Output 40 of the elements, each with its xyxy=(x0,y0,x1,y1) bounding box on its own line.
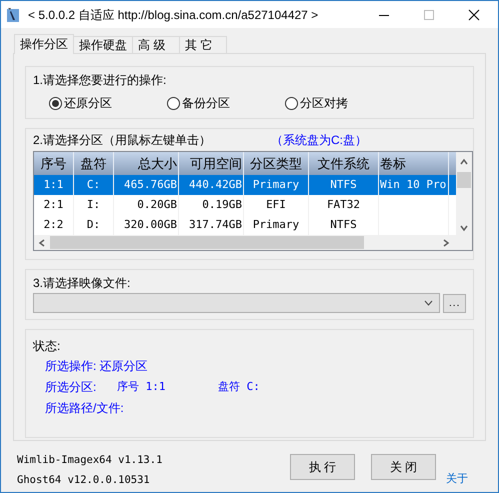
table-row[interactable]: 1:1 C: 465.76GB 440.42GB Primary NTFS Win 10 Pro xyxy=(34,175,456,195)
tab[interactable]: 高 级 xyxy=(132,36,180,53)
scroll-down-icon[interactable] xyxy=(460,224,468,232)
tab[interactable]: 其 它 xyxy=(179,36,227,53)
selected-path: 所选路径/文件: xyxy=(45,400,125,416)
tab[interactable]: 操作硬盘 xyxy=(73,36,133,53)
selected-operation: 所选操作: 还原分区 xyxy=(45,358,149,374)
close-button[interactable]: 关 闭 xyxy=(371,454,436,480)
scroll-left-icon[interactable] xyxy=(38,238,46,246)
version-text: Ghost64 v12.0.0.10531 xyxy=(17,473,151,487)
partition-label: 2.请选择分区（用鼠标左键单击） xyxy=(33,132,212,148)
operation-label: 1.请选择您要进行的操作: xyxy=(33,72,168,88)
vertical-scrollbar[interactable] xyxy=(456,152,472,250)
drive-letter: 盘符 C: xyxy=(218,379,260,395)
selected-partition-label: 所选分区: xyxy=(45,379,98,395)
about-link[interactable]: 关于 xyxy=(446,472,468,486)
image-file-label: 3.请选择映像文件: xyxy=(33,275,132,291)
scroll-right-icon[interactable] xyxy=(442,238,450,246)
tab[interactable]: 操作分区 xyxy=(14,34,74,54)
version-text: Wimlib-Imagex64 v1.13.1 xyxy=(17,453,164,467)
execute-button[interactable]: 执 行 xyxy=(290,454,355,480)
app-icon xyxy=(6,6,20,22)
partition-number: 序号 1:1 xyxy=(117,379,166,395)
radio-label[interactable]: 还原分区 xyxy=(64,94,112,112)
radio-label[interactable]: 备份分区 xyxy=(182,94,230,112)
scrollbar-thumb[interactable] xyxy=(457,172,471,188)
system-drive-note: （系统盘为C:盘） xyxy=(271,132,368,148)
scrollbar-thumb[interactable] xyxy=(50,236,364,249)
partition-table[interactable]: 序号 盘符 总大小 可用空间 分区类型 文件系统 卷标 1:1 C: 465.76GB 440.42GB Primary NTFS Win 10 Pro 2:1 I: 0.20GB 0.19GB EFI FAT32 2:2 D: 320.00GB 317.74GB Primary NTFS xyxy=(33,151,473,251)
browse-button[interactable]: ... xyxy=(443,294,466,313)
radio-button[interactable] xyxy=(285,96,298,110)
close-icon[interactable] xyxy=(468,8,480,20)
radio-button[interactable] xyxy=(167,96,180,110)
radio-label[interactable]: 分区对拷 xyxy=(300,94,348,112)
radio-button[interactable] xyxy=(49,96,62,110)
window-title: < 5.0.0.2 自适应 http://blog.sina.com.cn/a527104427 > xyxy=(28,6,318,24)
status-title: 状态: xyxy=(33,338,62,354)
scroll-up-icon[interactable] xyxy=(460,158,468,166)
chevron-down-icon xyxy=(424,300,434,306)
horizontal-scrollbar[interactable] xyxy=(34,235,456,250)
